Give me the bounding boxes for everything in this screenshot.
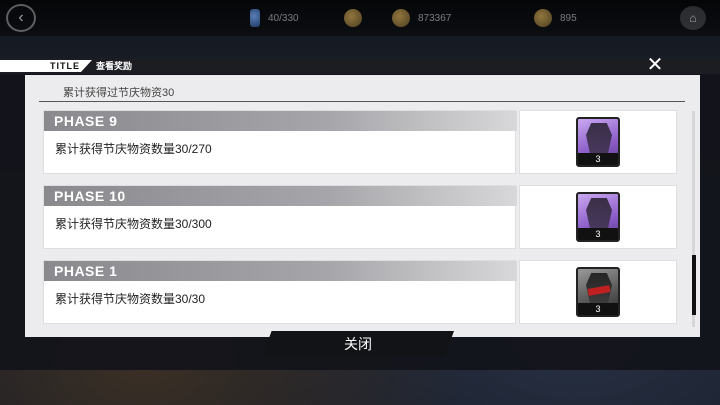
crystal-icon: [534, 9, 552, 27]
resource-bar: ‹ 40/330 873367 895 ⌂: [0, 0, 720, 36]
dialog-header: TITLE 查看奖励 ✕: [0, 55, 720, 76]
resource-crystal: 895: [534, 8, 577, 28]
reward-count: 3: [578, 228, 618, 240]
phase-description: 累计获得节庆物资数量30/30: [55, 292, 206, 306]
dialog-title: 查看奖励: [96, 61, 133, 71]
reward-item-icon[interactable]: 3: [576, 117, 620, 167]
character-portrait-icon: [586, 123, 612, 153]
reward-slot: 3: [519, 185, 677, 249]
phase-header: PHASE 9: [44, 111, 517, 131]
list-item: PHASE 9 累计获得节庆物资数量30/270 3: [43, 110, 677, 174]
phase-description: 累计获得节庆物资数量30/270: [55, 142, 212, 156]
stamina-icon: [250, 9, 260, 27]
character-portrait-icon: [586, 198, 612, 228]
progress-summary: 累计获得过节庆物资30: [63, 87, 175, 99]
back-arrow-icon[interactable]: ‹: [6, 4, 36, 32]
reward-item-icon[interactable]: 3: [576, 192, 620, 242]
reward-dialog: TITLE 查看奖励 ✕ 累计获得过节庆物资30 PHASE 9 累计获得节庆物…: [0, 55, 720, 370]
resource-stamina: 40/330: [250, 8, 299, 28]
resource-gold: [344, 8, 362, 28]
divider: [39, 101, 685, 102]
phase-info: PHASE 10 累计获得节庆物资数量30/300: [43, 185, 517, 249]
close-button[interactable]: 关闭: [262, 331, 454, 357]
phase-header: PHASE 10: [44, 186, 517, 206]
scrollbar-thumb[interactable]: [692, 255, 696, 315]
reward-count: 3: [578, 303, 618, 315]
phase-info: PHASE 1 累计获得节庆物资数量30/30: [43, 260, 517, 324]
close-icon[interactable]: ✕: [645, 55, 665, 76]
coin-icon: [392, 9, 410, 27]
list-item: PHASE 1 累计获得节庆物资数量30/30 3: [43, 260, 677, 324]
gold-coin-icon: [344, 9, 362, 27]
reward-item-icon[interactable]: 3: [576, 267, 620, 317]
reward-count: 3: [578, 153, 618, 165]
reward-slot: 3: [519, 260, 677, 324]
resource-coin: 873367: [392, 8, 451, 28]
title-label: TITLE: [50, 61, 80, 71]
reward-list-panel[interactable]: 累计获得过节庆物资30 PHASE 9 累计获得节庆物资数量30/270 3 P…: [25, 75, 700, 337]
coin-value: 873367: [418, 12, 452, 24]
phase-header: PHASE 1: [44, 261, 517, 281]
crystal-value: 895: [560, 12, 577, 24]
reward-slot: 3: [519, 110, 677, 174]
home-icon[interactable]: ⌂: [680, 6, 706, 30]
phase-info: PHASE 9 累计获得节庆物资数量30/270: [43, 110, 517, 174]
phase-description: 累计获得节庆物资数量30/300: [55, 217, 212, 231]
list-item: PHASE 10 累计获得节庆物资数量30/300 3: [43, 185, 677, 249]
stamina-value: 40/330: [268, 12, 299, 24]
